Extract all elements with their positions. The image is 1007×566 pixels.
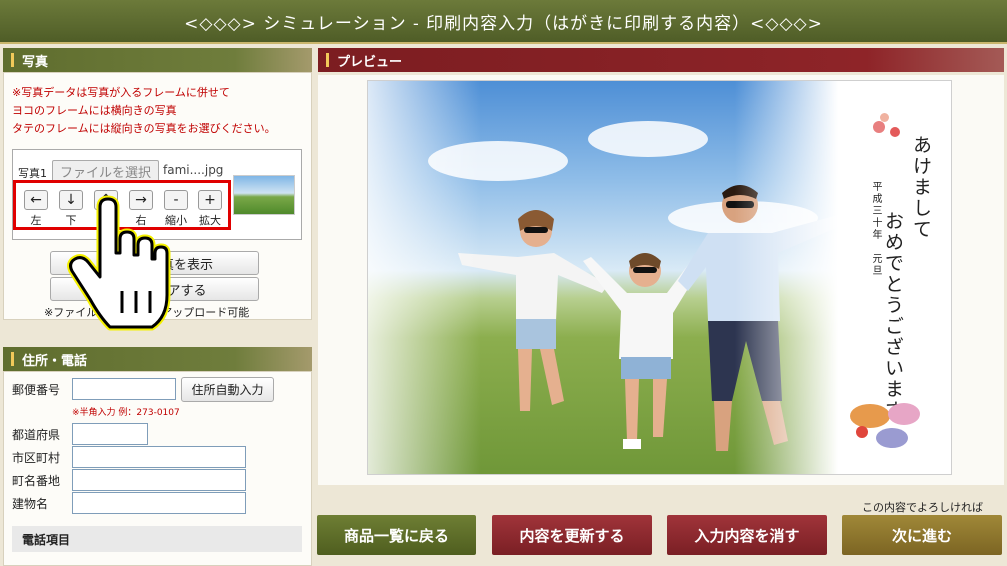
zoom-in-button[interactable]: + [198,190,222,210]
phone-section-header: 電話項目 [12,526,302,552]
update-content-button[interactable]: 内容を更新する [492,515,652,555]
postal-hint: ※半角入力 例：273-0107 [72,408,180,418]
hand-cursor-icon [67,195,171,331]
postal-label: 郵便番号 [12,383,61,397]
street-input[interactable] [72,469,246,491]
clear-input-button[interactable]: 入力内容を消す [667,515,827,555]
plum-blossom-icon [880,113,889,122]
greeting-line-2: おめでとうございます [882,211,904,421]
dog-illustration-icon [850,403,920,448]
street-label: 町名番地 [12,474,61,488]
zoom-in-label: 拡大 [199,214,221,227]
address-autofill-button[interactable]: 住所自動入力 [181,377,274,402]
photo-panel-header: 写真 [3,48,312,72]
photo-panel-title: 写真 [22,54,49,70]
file-name: fami....jpg [163,163,224,177]
plum-blossom-icon [890,127,900,137]
preview-panel-header: プレビュー [318,48,1004,72]
move-left-label: 左 [30,214,42,227]
next-button[interactable]: 次に進む [842,515,1002,555]
building-label: 建物名 [12,497,49,511]
file-select-button[interactable]: ファイルを選択 [52,160,159,182]
header-accent [326,53,329,67]
photo-note-3: タテのフレームには縦向きの写真をお選びください。 [12,122,276,135]
date-text: 平成三十年 元旦 [870,181,881,277]
proceed-note: この内容でよろしければ [862,501,983,514]
building-input[interactable] [72,492,246,514]
city-input[interactable] [72,446,246,468]
prefecture-input[interactable] [72,423,148,445]
page-title: <◇◇◇> シミュレーション - 印刷内容入力（はがきに印刷する内容）<◇◇◇> [0,0,1007,44]
photo-note-2: ヨコのフレームには横向きの写真 [12,104,177,117]
preview-panel-title: プレビュー [337,54,403,70]
plum-blossom-icon [873,121,885,133]
postcard-preview: あけまして おめでとうございます 平成三十年 元旦 [367,80,952,475]
greeting-line-1: あけまして [910,135,932,240]
photo-fade-overlay [368,81,838,474]
prefecture-label: 都道府県 [12,428,61,442]
postal-code-input[interactable] [72,378,176,400]
header-accent [11,352,14,366]
back-to-list-button[interactable]: 商品一覧に戻る [317,515,476,555]
city-label: 市区町村 [12,451,61,465]
photo-label: 写真1 [18,167,47,180]
move-left-button[interactable]: ← [24,190,48,210]
address-panel-title: 住所・電話 [22,353,88,369]
address-panel-header: 住所・電話 [3,347,312,371]
header-accent [11,53,14,67]
photo-note-1: ※写真データは写真が入るフレームに併せて [12,86,230,99]
photo-thumbnail [233,175,295,215]
